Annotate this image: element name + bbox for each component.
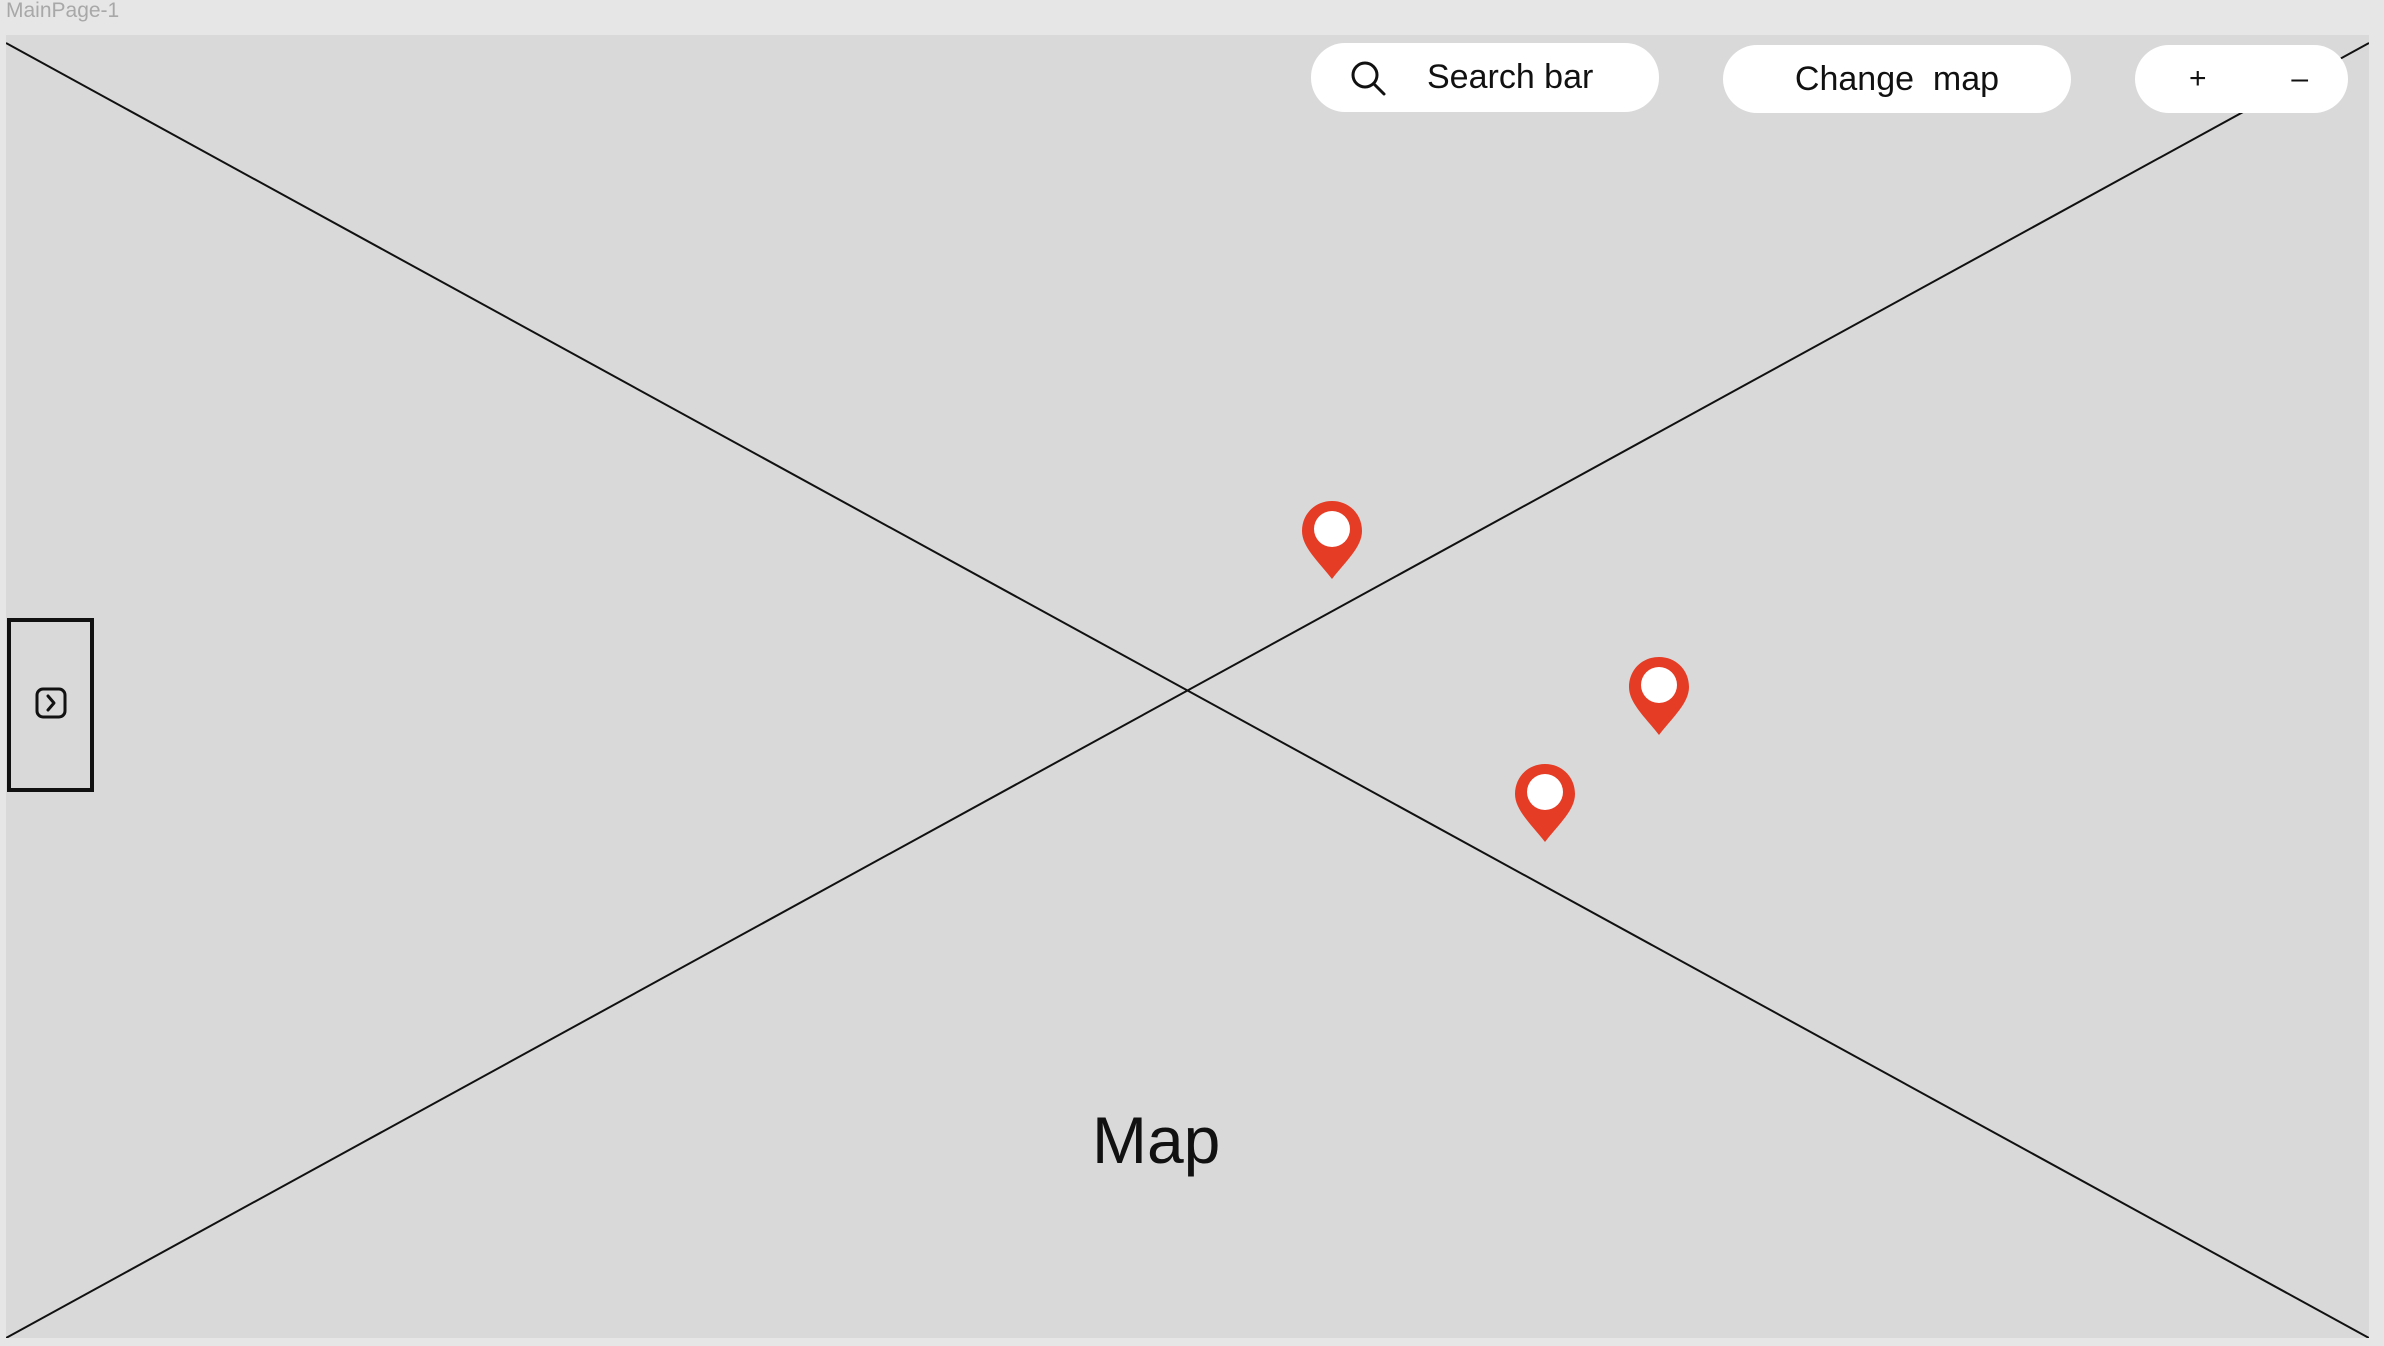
zoom-controls: + – — [2135, 45, 2348, 113]
search-bar-label: Search bar — [1427, 58, 1594, 96]
change-map-button[interactable]: Change map — [1723, 45, 2071, 113]
zoom-in-button[interactable]: + — [2189, 62, 2207, 96]
main-page: MainPage-1 Map Search bar Change map + – — [0, 0, 2384, 1346]
frame-label: MainPage-1 — [6, 0, 120, 22]
map-pin-3[interactable] — [1513, 762, 1577, 844]
search-icon — [1349, 59, 1387, 97]
search-bar[interactable]: Search bar — [1311, 43, 1659, 112]
zoom-out-button[interactable]: – — [2291, 62, 2308, 96]
sidebar-toggle-button[interactable] — [7, 618, 94, 792]
chevron-right-icon — [34, 686, 68, 725]
map-pin-2[interactable] — [1627, 655, 1691, 737]
map-canvas[interactable]: Map Search bar Change map + – — [6, 35, 2369, 1338]
map-pin-1[interactable] — [1300, 499, 1364, 581]
map-label: Map — [1092, 1103, 1221, 1177]
